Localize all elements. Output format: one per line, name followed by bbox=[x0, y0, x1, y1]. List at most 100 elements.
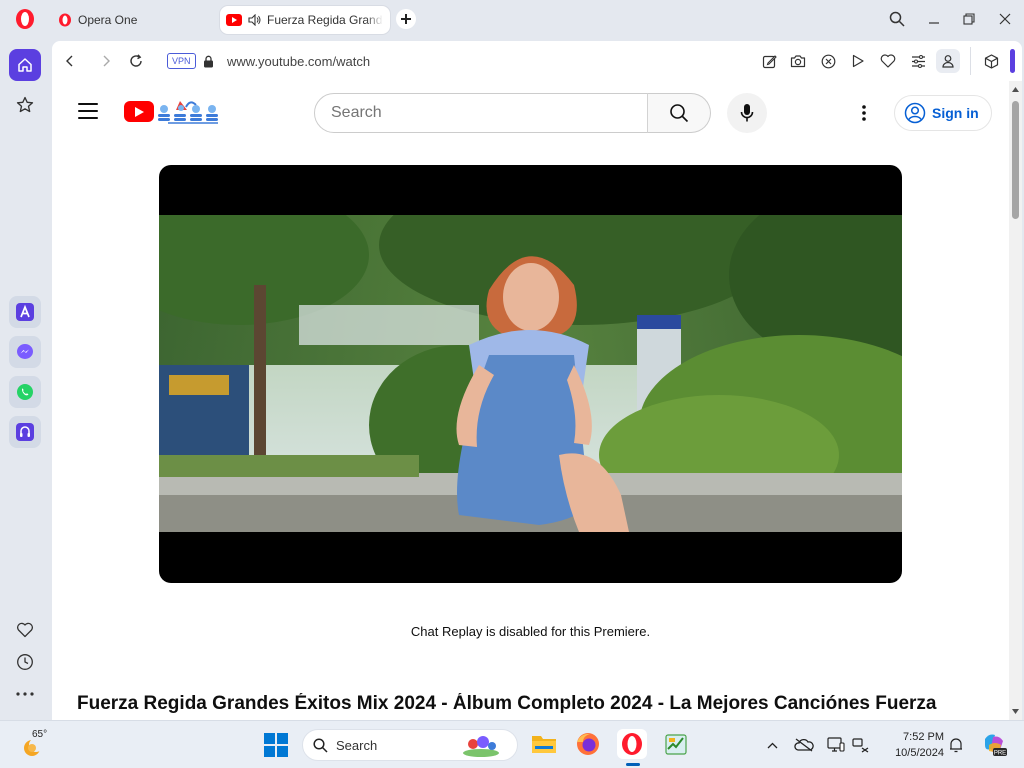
clock-date: 10/5/2024 bbox=[895, 747, 944, 759]
lock-icon[interactable] bbox=[198, 51, 218, 71]
search-input[interactable] bbox=[331, 104, 631, 122]
vpn-badge[interactable]: VPN bbox=[167, 53, 196, 69]
show-hidden-icons-button[interactable] bbox=[762, 736, 782, 754]
youtube-logo-icon[interactable] bbox=[124, 101, 154, 122]
network-icon bbox=[852, 738, 869, 753]
sidebar-more-button[interactable] bbox=[9, 678, 41, 710]
svg-text:PRE: PRE bbox=[994, 751, 1006, 757]
sign-in-button[interactable]: Sign in bbox=[894, 95, 992, 131]
star-icon bbox=[16, 96, 34, 113]
windows-taskbar: 65° Search 7:52 PM 10/5/2024 PRE bbox=[0, 720, 1024, 768]
display-button[interactable] bbox=[826, 736, 846, 754]
voice-search-button[interactable] bbox=[727, 93, 767, 133]
weather-temperature: 65° bbox=[32, 729, 48, 740]
youtube-doodle-icon[interactable] bbox=[156, 97, 220, 125]
music-icon bbox=[16, 423, 34, 441]
chat-replay-notice: Chat Replay is disabled for this Premier… bbox=[410, 624, 651, 639]
menu-icon[interactable] bbox=[78, 103, 98, 119]
sidebar-history-button[interactable] bbox=[9, 646, 41, 678]
easy-setup-button[interactable] bbox=[908, 51, 928, 71]
tab-youtube-video[interactable]: Fuerza Regida Grandes Éxitos Mix 2024 bbox=[220, 6, 390, 34]
youtube-search-box[interactable] bbox=[314, 93, 648, 133]
messenger-icon bbox=[17, 344, 33, 359]
video-player[interactable] bbox=[159, 165, 902, 583]
vertical-dots-icon bbox=[862, 105, 866, 121]
network-button[interactable] bbox=[851, 736, 871, 754]
minimize-icon bbox=[929, 22, 939, 24]
taskbar-search-label: Search bbox=[336, 737, 378, 753]
video-frame[interactable] bbox=[159, 215, 902, 532]
home-icon bbox=[18, 58, 32, 72]
sidebar-aria-button[interactable] bbox=[9, 296, 41, 328]
sidebar-music-button[interactable] bbox=[9, 416, 41, 448]
ad-blocker-button[interactable] bbox=[818, 51, 838, 71]
opera-icon bbox=[622, 733, 642, 755]
cloud-offline-icon bbox=[794, 738, 814, 752]
onedrive-button[interactable] bbox=[794, 736, 814, 754]
reload-icon bbox=[130, 54, 142, 67]
speaker-icon[interactable] bbox=[248, 14, 261, 26]
back-button[interactable] bbox=[60, 51, 80, 71]
sidebar-home-button[interactable] bbox=[9, 49, 41, 81]
address-bar-url[interactable]: www.youtube.com/watch bbox=[227, 54, 370, 69]
restore-button[interactable] bbox=[957, 8, 981, 30]
page-scrollbar[interactable] bbox=[1009, 81, 1022, 720]
history-icon bbox=[17, 654, 33, 670]
settings-more-button[interactable] bbox=[852, 101, 876, 125]
sidebar-messenger-button[interactable] bbox=[9, 336, 41, 368]
extensions-button[interactable] bbox=[981, 51, 1001, 71]
profile-button[interactable] bbox=[936, 49, 960, 73]
opera-taskbar-button[interactable] bbox=[617, 729, 647, 759]
play-icon bbox=[852, 54, 864, 68]
snapshot-button[interactable] bbox=[788, 51, 808, 71]
close-icon bbox=[999, 13, 1011, 25]
taskbar-search-box[interactable]: Search bbox=[302, 729, 518, 761]
sidebar-bookmarks-button[interactable] bbox=[9, 89, 41, 121]
minimize-button[interactable] bbox=[922, 8, 946, 30]
plus-icon bbox=[401, 14, 411, 24]
monitor-icon bbox=[827, 737, 845, 752]
scrollbar-thumb[interactable] bbox=[1012, 101, 1019, 219]
new-tab-button[interactable] bbox=[396, 9, 416, 29]
heart-icon bbox=[17, 622, 33, 638]
player-button[interactable] bbox=[848, 51, 868, 71]
close-window-button[interactable] bbox=[993, 8, 1017, 30]
tab-search-button[interactable] bbox=[885, 8, 909, 30]
firefox-icon bbox=[577, 733, 599, 755]
my-flow-button[interactable] bbox=[878, 51, 898, 71]
search-button[interactable] bbox=[647, 93, 711, 133]
edit-icon bbox=[762, 54, 777, 68]
more-icon bbox=[16, 692, 34, 696]
scroll-down-arrow-icon[interactable] bbox=[1011, 707, 1020, 716]
sign-in-label: Sign in bbox=[932, 105, 979, 121]
tab-opera-one[interactable]: Opera One bbox=[52, 6, 212, 34]
ad-block-icon bbox=[821, 54, 835, 68]
person-icon bbox=[942, 55, 954, 68]
opera-sidebar bbox=[0, 38, 50, 720]
browser-toolbar: VPN www.youtube.com/watch bbox=[52, 41, 1022, 81]
copilot-icon: PRE bbox=[985, 734, 1007, 757]
settings-sliders-icon bbox=[911, 54, 925, 68]
heart-icon bbox=[880, 54, 896, 68]
file-explorer-button[interactable] bbox=[529, 729, 559, 759]
task-manager-button[interactable] bbox=[661, 729, 691, 759]
folder-icon bbox=[532, 736, 556, 753]
firefox-button[interactable] bbox=[573, 729, 603, 759]
notifications-button[interactable] bbox=[946, 736, 966, 754]
tab-label: Opera One bbox=[78, 13, 138, 27]
sidebar-whatsapp-button[interactable] bbox=[9, 376, 41, 408]
sidebar-favorites-button[interactable] bbox=[9, 614, 41, 646]
start-button[interactable] bbox=[264, 733, 288, 757]
windows-start-icon bbox=[264, 733, 288, 757]
copilot-button[interactable]: PRE bbox=[980, 732, 1008, 758]
opera-logo-icon[interactable] bbox=[14, 8, 36, 30]
edit-page-button[interactable] bbox=[759, 51, 779, 71]
scroll-up-arrow-icon[interactable] bbox=[1011, 85, 1020, 94]
back-arrow-icon bbox=[66, 55, 73, 67]
reload-button[interactable] bbox=[126, 51, 146, 71]
search-highlight-icon bbox=[463, 736, 499, 757]
system-clock[interactable]: 7:52 PM 10/5/2024 bbox=[884, 729, 944, 761]
aria-icon bbox=[16, 303, 34, 321]
sidebar-toggle-accent[interactable] bbox=[1010, 49, 1015, 73]
forward-button[interactable] bbox=[96, 51, 116, 71]
